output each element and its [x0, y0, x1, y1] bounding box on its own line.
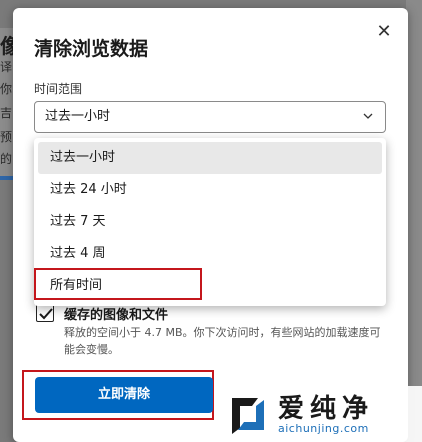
- chevron-down-icon: [363, 113, 373, 119]
- option-past-24-hours[interactable]: 过去 24 小时: [38, 174, 382, 206]
- background-text: 预: [0, 130, 13, 144]
- close-icon: ✕: [376, 21, 392, 42]
- checkmark-icon: [39, 308, 53, 320]
- watermark-logo-icon: [232, 398, 264, 434]
- cache-title: 缓存的图像和文件: [64, 308, 169, 323]
- background-scroll-area: [406, 0, 422, 442]
- dialog-title: 清除浏览数据: [34, 38, 149, 60]
- cache-checkbox[interactable]: [36, 304, 54, 322]
- close-button[interactable]: ✕: [374, 22, 394, 42]
- time-range-label: 时间范围: [34, 82, 83, 96]
- background-text: 你: [0, 82, 13, 96]
- clear-now-button[interactable]: 立即清除: [35, 377, 213, 413]
- option-past-7-days[interactable]: 过去 7 天: [38, 206, 382, 238]
- watermark-url: aichunjing.com: [278, 422, 369, 435]
- all-time-highlight: [34, 268, 202, 300]
- cache-option: 缓存的图像和文件 释放的空间小于 4.7 MB。你下次访问时，有些网站的加载速度…: [34, 304, 386, 364]
- clear-browsing-data-dialog: ✕ 清除浏览数据 时间范围 过去一小时 缓存的图像和文件 释放的空间小于 4.7…: [13, 8, 408, 442]
- background-text: 吉: [0, 106, 13, 120]
- time-range-selected-value: 过去一小时: [45, 109, 111, 124]
- watermark: 爱纯净 aichunjing.com: [222, 386, 422, 442]
- option-past-hour[interactable]: 过去一小时: [38, 142, 382, 174]
- background-text: 译: [0, 60, 13, 74]
- option-past-4-weeks[interactable]: 过去 4 周: [38, 238, 382, 270]
- background-text: 的: [0, 152, 13, 166]
- time-range-select[interactable]: 过去一小时: [34, 101, 386, 133]
- watermark-name: 爱纯净: [278, 394, 375, 424]
- cache-description: 释放的空间小于 4.7 MB。你下次访问时，有些网站的加载速度可能会变慢。: [64, 326, 381, 356]
